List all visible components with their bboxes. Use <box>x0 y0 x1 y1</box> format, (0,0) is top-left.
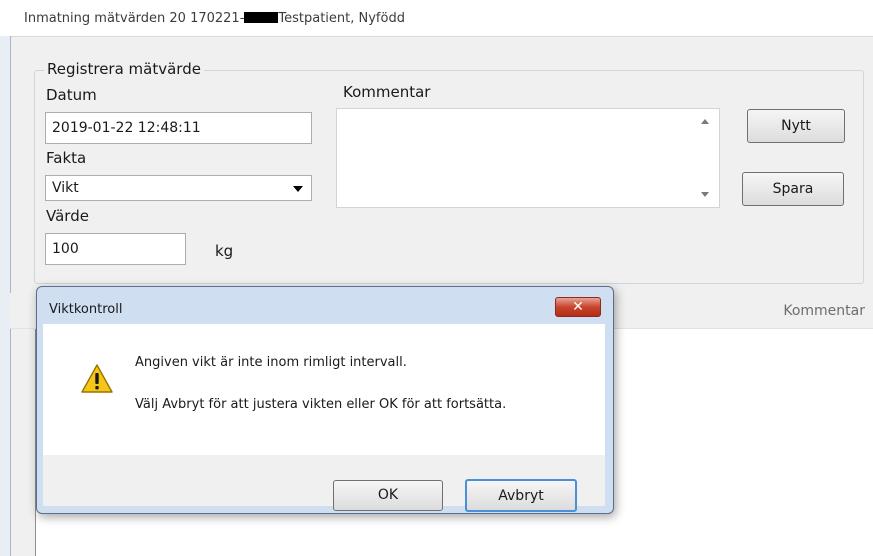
dialog-title: Viktkontroll <box>49 302 123 317</box>
redacted-block <box>244 12 279 23</box>
group-label: Registrera mätvärde <box>44 60 204 78</box>
grid-column-kommentar[interactable]: Kommentar <box>783 303 865 319</box>
fakta-select-value: Vikt <box>52 180 79 196</box>
window-title-suffix: Testpatient, Nyfödd <box>278 11 405 26</box>
fakta-label: Fakta <box>46 149 87 167</box>
dialog-body: Angiven vikt är inte inom rimligt interv… <box>43 324 605 455</box>
dialog-message-line2: Välj Avbryt för att justera vikten eller… <box>135 397 507 412</box>
nytt-button[interactable]: Nytt <box>747 109 845 143</box>
window-title-bar: Inmatning mätvärden 20 170221- Testpatien… <box>0 0 873 37</box>
window-title: Inmatning mätvärden 20 170221- Testpatien… <box>24 11 405 26</box>
unit-label: kg <box>215 242 234 260</box>
kommentar-textarea[interactable] <box>336 108 720 208</box>
chevron-down-icon <box>293 186 303 192</box>
ok-button[interactable]: OK <box>333 480 443 511</box>
datum-label: Datum <box>46 86 97 104</box>
dialog-footer: OK Avbryt <box>43 455 605 512</box>
scroll-up-icon[interactable] <box>701 119 709 124</box>
fakta-select[interactable]: Vikt <box>45 175 312 201</box>
warning-icon <box>81 364 113 393</box>
viktkontroll-dialog: Viktkontroll ✕ Angiven vikt är inte inom… <box>36 286 614 514</box>
close-icon[interactable]: ✕ <box>555 297 601 317</box>
varde-input[interactable]: 100 <box>45 233 186 265</box>
spara-button[interactable]: Spara <box>742 172 844 206</box>
cancel-button[interactable]: Avbryt <box>465 479 577 512</box>
datum-input[interactable]: 2019-01-22 12:48:11 <box>45 112 312 144</box>
varde-label: Värde <box>46 207 89 225</box>
scroll-down-icon[interactable] <box>701 192 709 197</box>
kommentar-label: Kommentar <box>343 83 431 101</box>
window-title-prefix: Inmatning mätvärden 20 170221- <box>24 11 245 26</box>
dialog-message-line1: Angiven vikt är inte inom rimligt interv… <box>135 355 407 370</box>
